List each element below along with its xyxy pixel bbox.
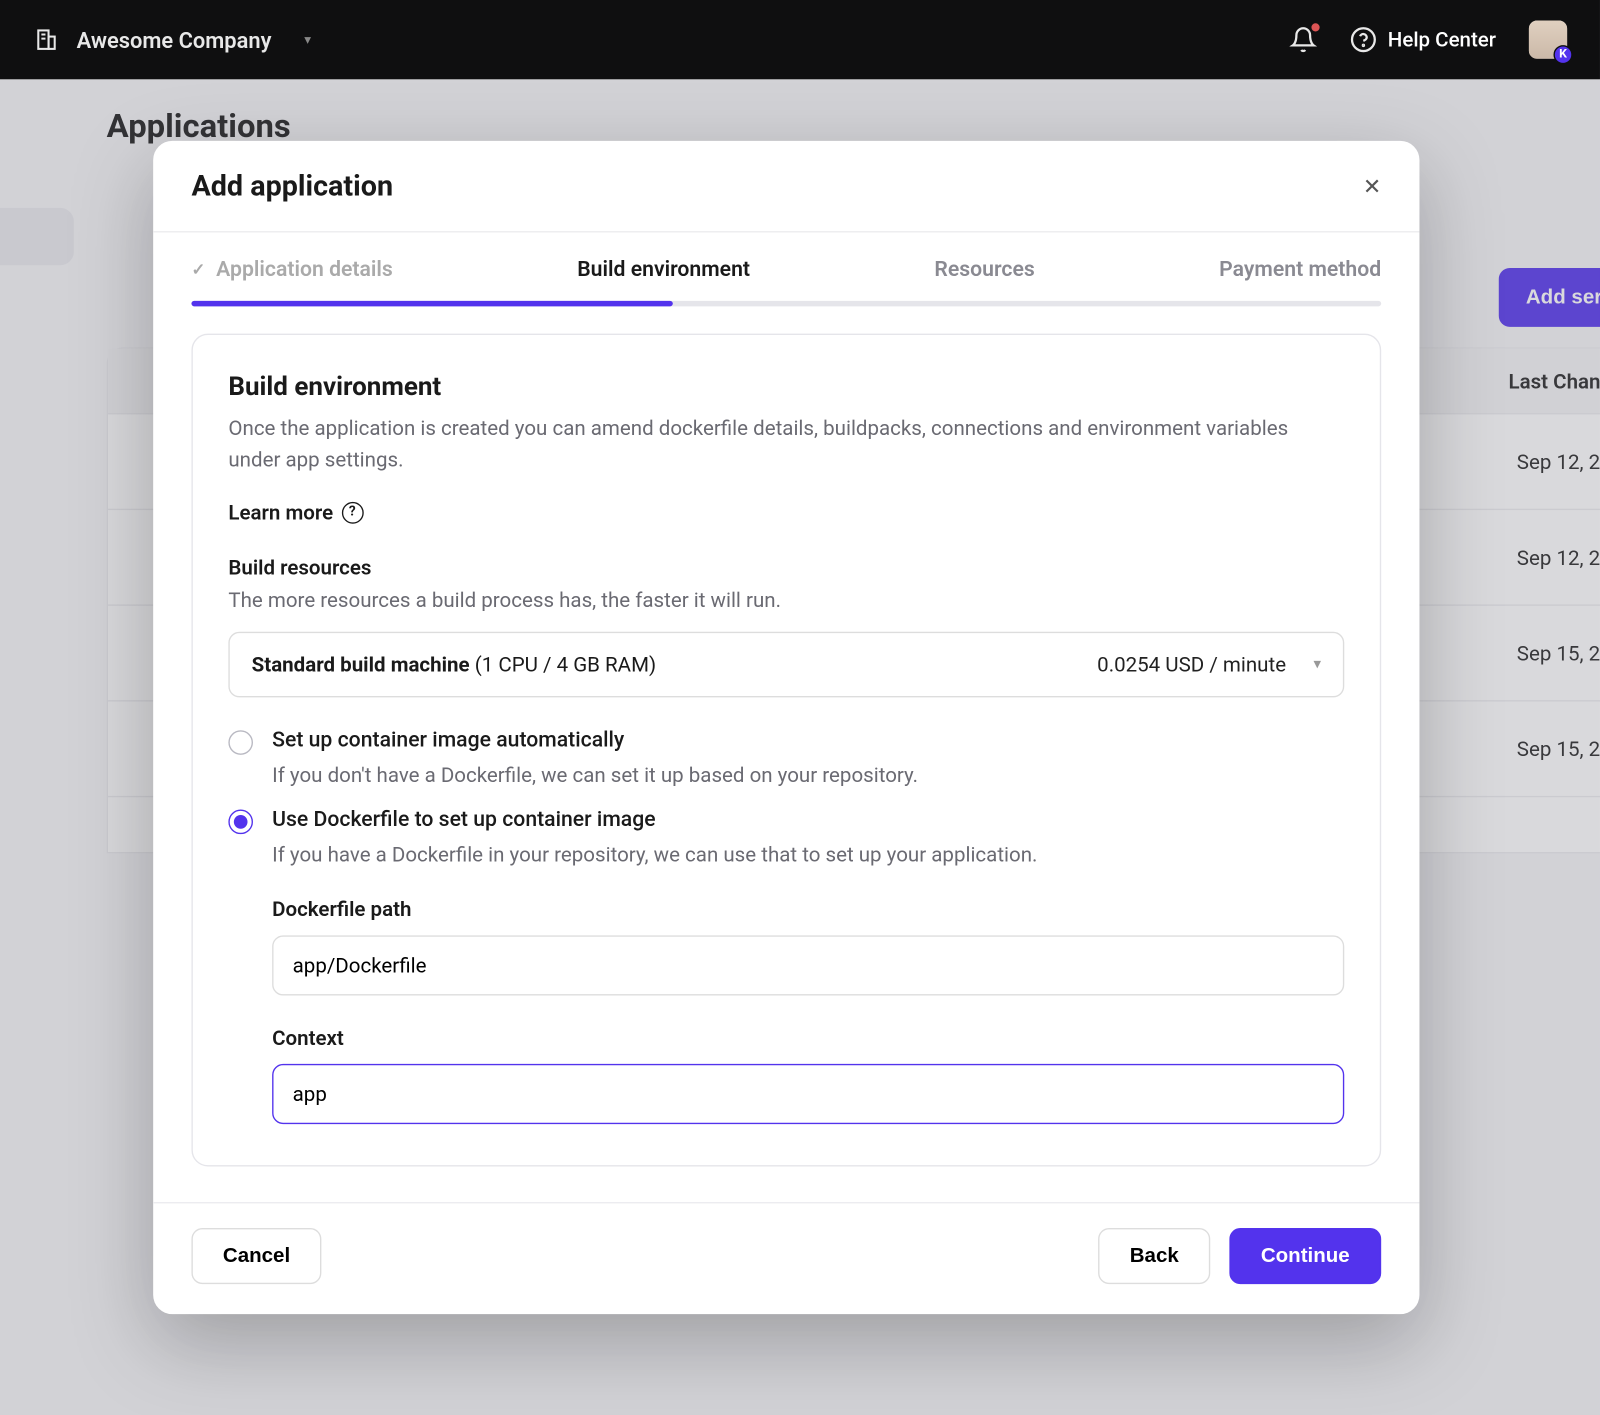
company-name[interactable]: Awesome Company (77, 27, 272, 53)
close-icon[interactable]: ✕ (1363, 174, 1381, 201)
cancel-button[interactable]: Cancel (191, 1227, 321, 1283)
top-header: Awesome Company ▾ Help Center K (0, 0, 1600, 79)
build-resources-help: The more resources a build process has, … (228, 587, 1344, 612)
section-title: Build environment (228, 371, 1344, 402)
radio-auto-container[interactable] (228, 730, 253, 755)
chevron-down-icon: ▾ (1313, 655, 1321, 673)
radio-dockerfile-label: Use Dockerfile to set up container image (272, 806, 655, 831)
context-label: Context (272, 1025, 1344, 1050)
stepper: Application details Build environment Re… (153, 232, 1419, 300)
radio-auto-label: Set up container image automatically (272, 727, 624, 752)
help-icon: ? (341, 501, 363, 523)
chevron-down-icon[interactable]: ▾ (304, 32, 311, 47)
radio-dockerfile[interactable] (228, 809, 253, 834)
continue-button[interactable]: Continue (1229, 1227, 1381, 1283)
notifications-icon[interactable] (1289, 26, 1316, 53)
build-resources-label: Build resources (228, 555, 1344, 580)
help-center-link[interactable]: Help Center (1349, 26, 1496, 53)
dockerfile-path-label: Dockerfile path (272, 896, 1344, 921)
back-button[interactable]: Back (1098, 1227, 1210, 1283)
modal-title: Add application (191, 171, 393, 204)
help-icon (1349, 26, 1376, 53)
building-icon (33, 26, 60, 53)
context-input[interactable] (272, 1063, 1344, 1123)
build-machine-select[interactable]: Standard build machine (1 CPU / 4 GB RAM… (228, 631, 1344, 697)
add-application-modal: Add application ✕ Application details Bu… (153, 141, 1419, 1314)
step-payment-method[interactable]: Payment method (1219, 257, 1381, 301)
avatar[interactable]: K (1529, 21, 1567, 59)
progress-bar (191, 301, 1381, 306)
section-subtitle: Once the application is created you can … (228, 413, 1344, 477)
step-resources[interactable]: Resources (934, 257, 1034, 301)
learn-more-link[interactable]: Learn more ? (228, 500, 363, 525)
dockerfile-path-input[interactable] (272, 935, 1344, 995)
step-build-environment[interactable]: Build environment (577, 257, 750, 301)
step-application-details[interactable]: Application details (191, 257, 392, 301)
